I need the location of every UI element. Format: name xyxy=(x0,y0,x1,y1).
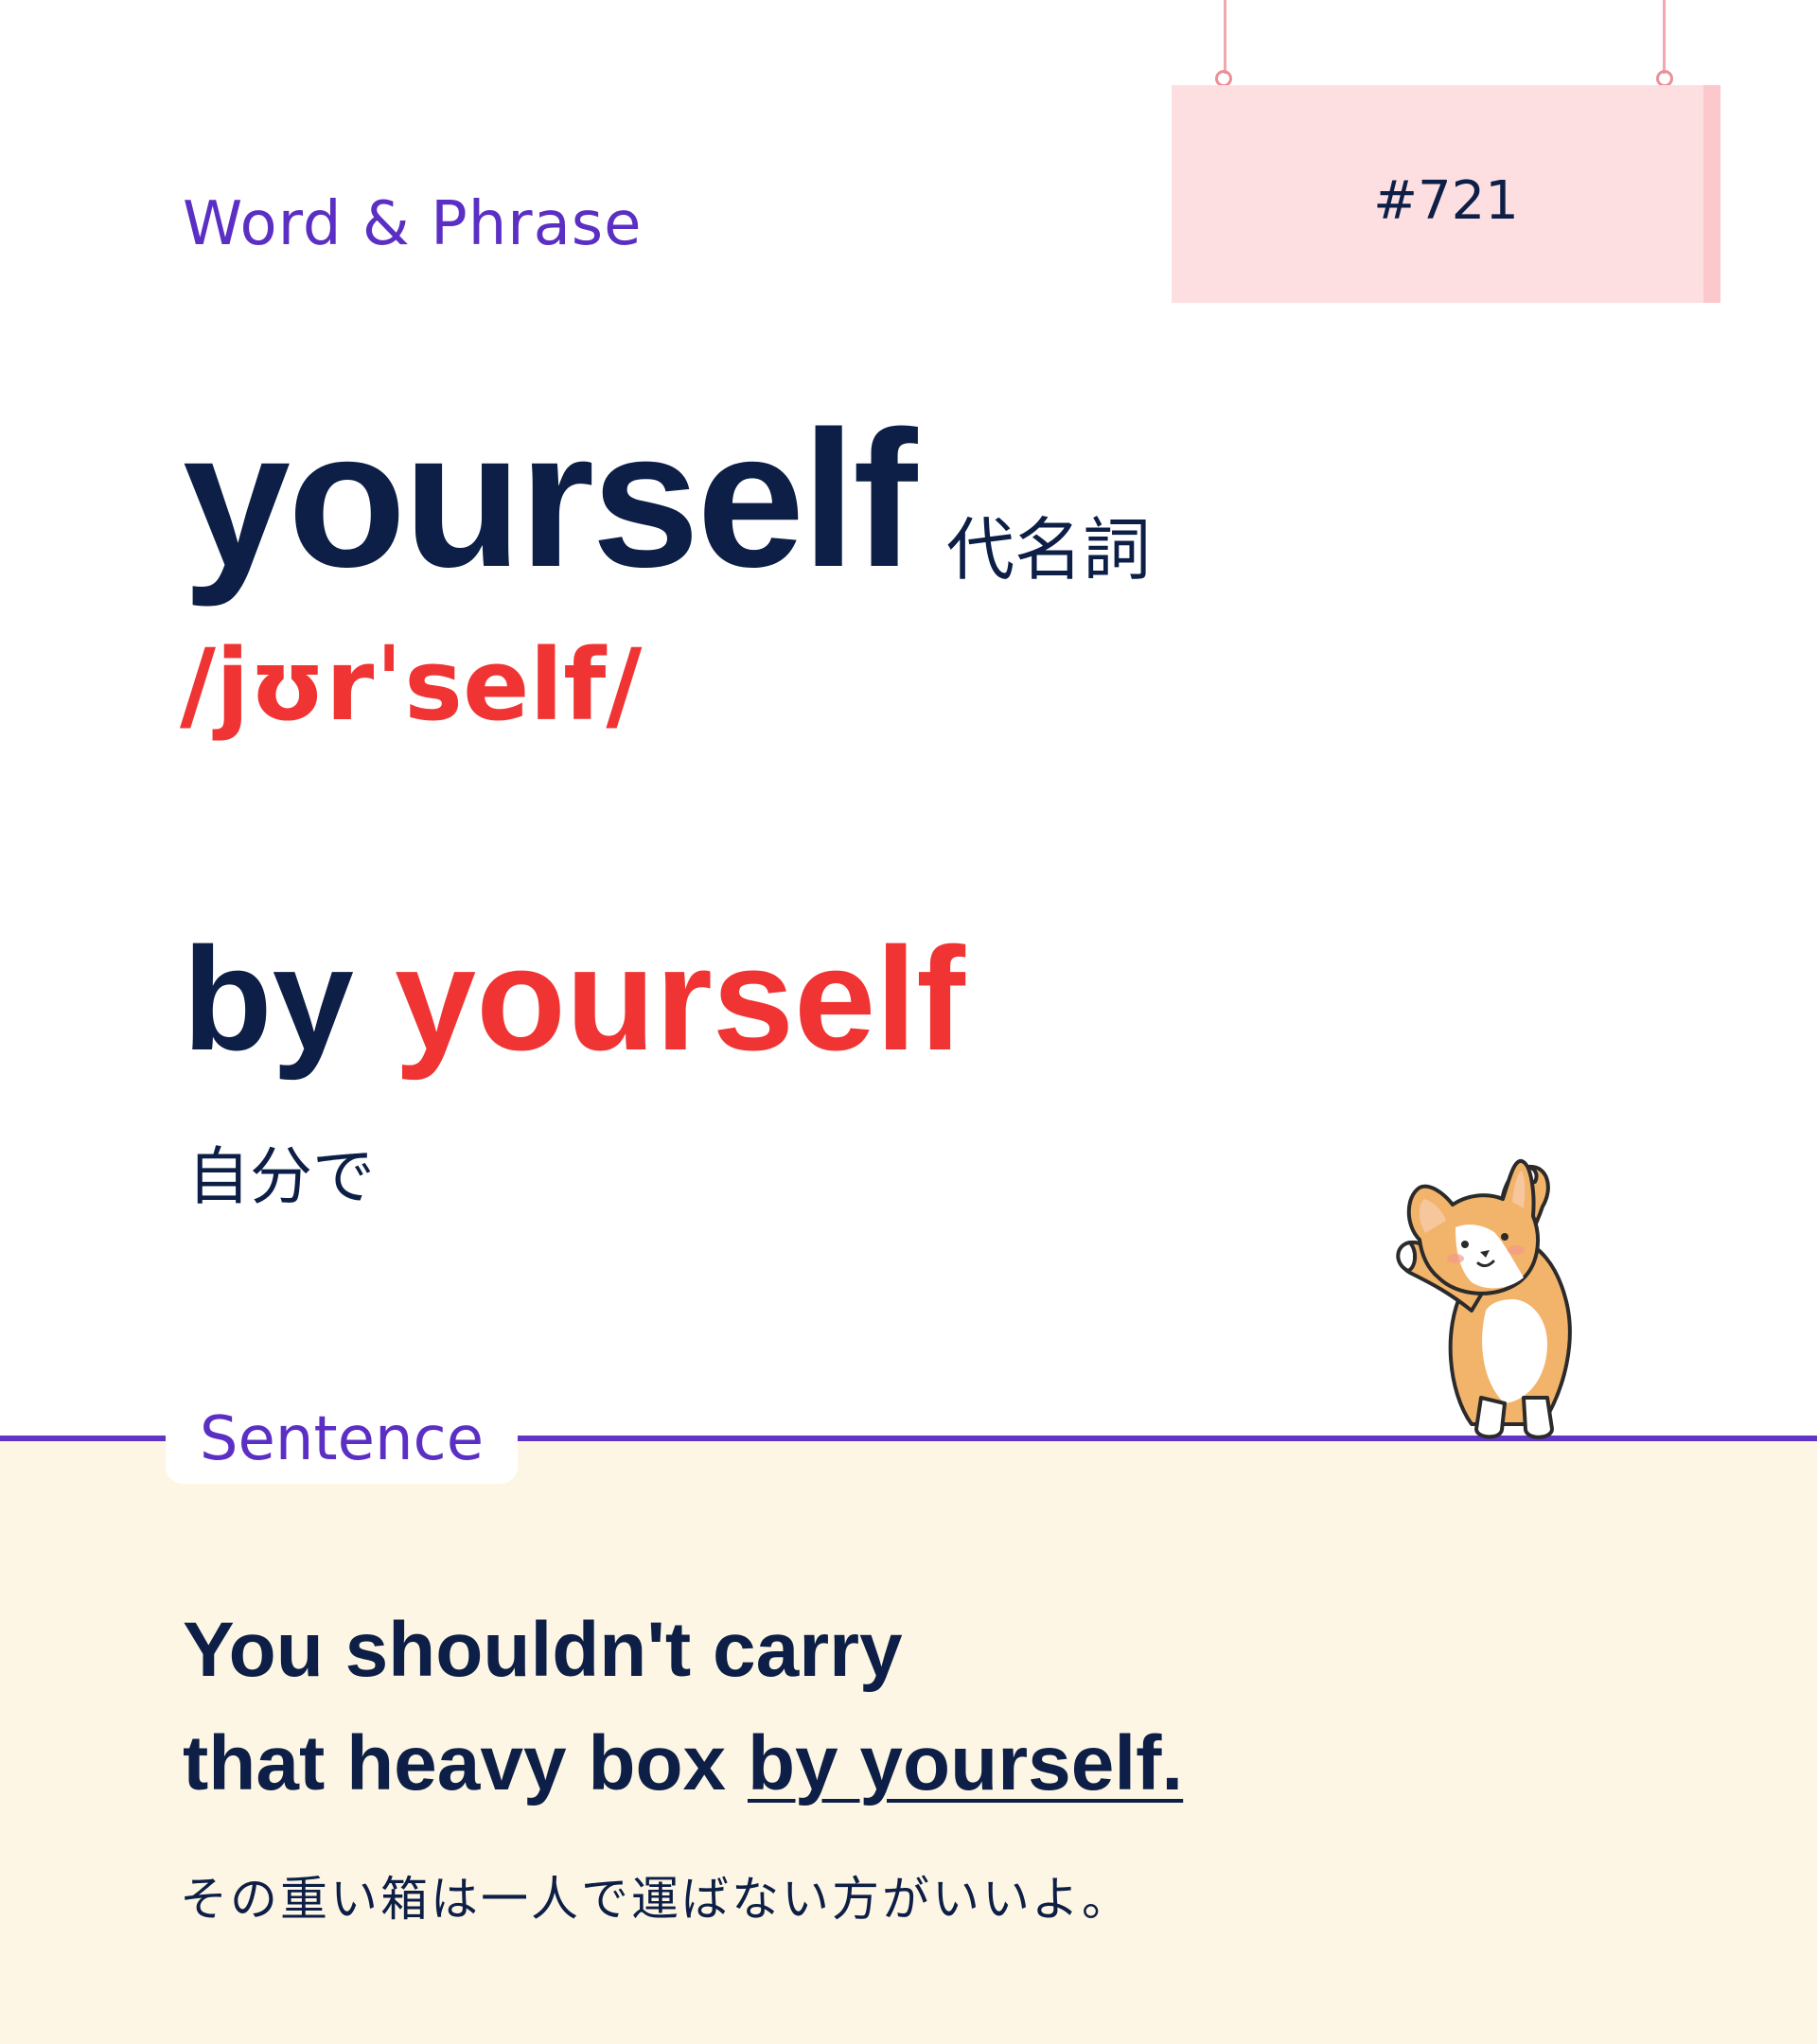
phrase-meaning: 自分で xyxy=(187,1140,375,1213)
part-of-speech: 代名詞 xyxy=(946,510,1152,590)
example-sentence-line-1: You shouldn't carry xyxy=(183,1607,903,1693)
card-number: #721 xyxy=(1373,170,1519,232)
sentence-translation: その重い箱は一人で運ばない方がいいよ。 xyxy=(180,1872,1132,1927)
sign-string-right xyxy=(1663,0,1666,74)
example-sentence-target: by yourself. xyxy=(747,1720,1184,1806)
pronunciation: /jʊrˈself/ xyxy=(180,627,643,743)
category-label: Word & Phrase xyxy=(183,189,643,259)
phrase-highlight: yourself xyxy=(394,917,965,1081)
headword: yourself xyxy=(183,391,917,608)
sentence-tab-label: Sentence xyxy=(199,1404,485,1474)
corgi-stretching-icon xyxy=(1396,1159,1572,1439)
example-sentence-prefix: that heavy box xyxy=(183,1720,748,1806)
example-sentence-line-2: that heavy box by yourself. xyxy=(183,1725,1183,1803)
phrase-prefix: by xyxy=(183,917,395,1081)
phrase: by yourself xyxy=(183,925,965,1072)
sign-string-left xyxy=(1224,0,1226,74)
